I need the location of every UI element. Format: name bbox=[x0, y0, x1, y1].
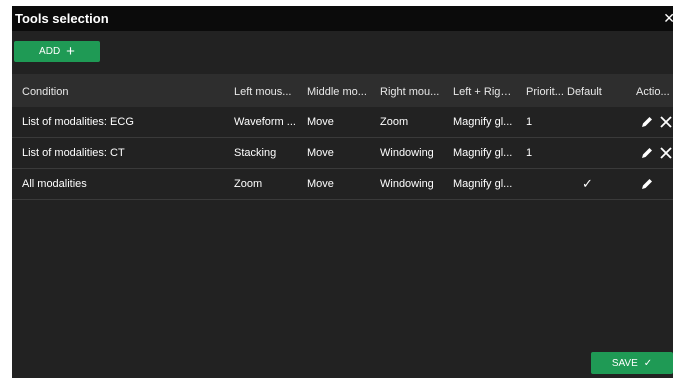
table-row[interactable]: All modalities Zoom Move Windowing Magni… bbox=[12, 169, 673, 200]
table-row[interactable]: List of modalities: CT Stacking Move Win… bbox=[12, 138, 673, 169]
pencil-icon[interactable] bbox=[640, 146, 654, 160]
tools-selection-dialog: Tools selection ✕ ADD + Condition Left m… bbox=[12, 6, 673, 378]
cell-left-mouse: Stacking bbox=[234, 147, 277, 159]
header-right-mouse[interactable]: Right mou... bbox=[380, 86, 442, 98]
cell-priority: 1 bbox=[526, 116, 533, 128]
header-condition[interactable]: Condition bbox=[22, 86, 232, 98]
cell-condition: List of modalities: CT bbox=[22, 147, 125, 159]
cell-priority: 1 bbox=[526, 147, 533, 159]
cell-left-mouse: Waveform ... bbox=[234, 116, 296, 128]
save-button-label: SAVE bbox=[611, 357, 638, 369]
pencil-icon[interactable] bbox=[640, 115, 654, 129]
cell-middle-mouse: Move bbox=[307, 116, 334, 128]
check-icon: ✓ bbox=[643, 357, 653, 369]
cell-middle-mouse: Move bbox=[307, 178, 334, 190]
cell-right-mouse: Windowing bbox=[380, 147, 434, 159]
cell-condition: All modalities bbox=[22, 178, 87, 190]
pencil-icon[interactable] bbox=[640, 177, 654, 191]
dialog-title: Tools selection bbox=[15, 11, 109, 26]
header-middle-mouse[interactable]: Middle mo... bbox=[307, 86, 369, 98]
header-priority[interactable]: Priorit... bbox=[526, 86, 566, 98]
add-button-label: ADD bbox=[39, 46, 61, 57]
cell-right-mouse: Zoom bbox=[380, 116, 409, 128]
header-actions[interactable]: Actio... bbox=[636, 86, 672, 98]
header-left-right[interactable]: Left + Righ... bbox=[453, 86, 515, 98]
delete-icon[interactable] bbox=[659, 146, 673, 160]
delete-icon[interactable] bbox=[659, 115, 673, 129]
cell-left-right: Magnify gl... bbox=[453, 116, 513, 128]
table-header: Condition Left mous... Middle mo... Righ… bbox=[12, 74, 673, 107]
cell-condition: List of modalities: ECG bbox=[22, 116, 134, 128]
dialog-titlebar: Tools selection ✕ bbox=[12, 6, 673, 31]
add-button[interactable]: ADD + bbox=[14, 41, 100, 62]
cell-middle-mouse: Move bbox=[307, 147, 334, 159]
header-default[interactable]: Default bbox=[567, 86, 627, 98]
cell-right-mouse: Windowing bbox=[380, 178, 434, 190]
save-button[interactable]: SAVE ✓ bbox=[591, 352, 673, 374]
table-row[interactable]: List of modalities: ECG Waveform ... Mov… bbox=[12, 107, 673, 138]
header-left-mouse[interactable]: Left mous... bbox=[234, 86, 296, 98]
plus-icon: + bbox=[66, 43, 75, 60]
default-check-icon: ✓ bbox=[582, 176, 593, 191]
cell-left-right: Magnify gl... bbox=[453, 178, 513, 190]
close-icon[interactable]: ✕ bbox=[663, 10, 673, 27]
cell-left-mouse: Zoom bbox=[234, 178, 263, 190]
cell-left-right: Magnify gl... bbox=[453, 147, 513, 159]
